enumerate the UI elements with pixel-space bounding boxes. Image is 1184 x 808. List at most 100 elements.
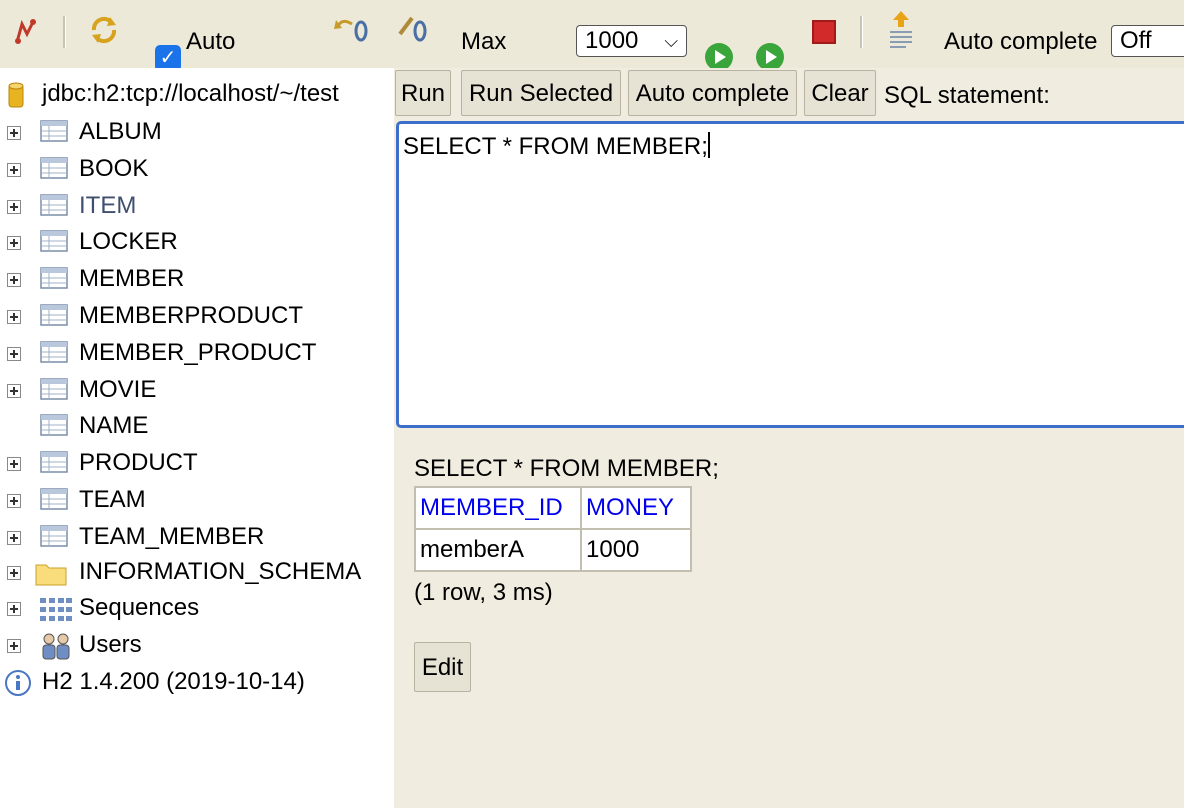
table-icon <box>40 341 68 365</box>
result-table: MEMBER_ID MONEY memberA 1000 <box>414 486 692 572</box>
expand-icon[interactable] <box>7 602 21 616</box>
table-cell: 1000 <box>580 528 692 572</box>
tree-item-table[interactable]: ITEM <box>0 190 394 226</box>
run-selected-icon[interactable] <box>755 42 785 68</box>
tree-item-label: NAME <box>79 412 149 440</box>
tree-item-table[interactable]: MEMBERPRODUCT <box>0 300 394 336</box>
tree-item-label: LOCKER <box>79 228 178 256</box>
database-icon <box>8 82 24 117</box>
tree-item-label: ALBUM <box>79 118 162 145</box>
table-cell: memberA <box>414 528 582 572</box>
sql-editor[interactable]: SELECT * FROM MEMBER; <box>396 121 1184 428</box>
expand-icon[interactable] <box>7 273 21 288</box>
expand-icon[interactable] <box>7 162 21 177</box>
toolbar-separator <box>63 16 66 48</box>
expand-icon[interactable] <box>7 639 21 653</box>
table-icon <box>40 267 68 291</box>
tree-item-label: ITEM <box>79 191 137 219</box>
tree-item-label: MEMBER <box>79 265 185 293</box>
auto-complete-value: Off <box>1120 27 1152 54</box>
toolbar-separator <box>860 16 863 48</box>
expand-icon[interactable] <box>7 236 21 251</box>
version-label: H2 1.4.200 (2019-10-14) <box>42 668 305 695</box>
sql-statement-label: SQL statement: <box>884 82 1050 109</box>
column-header[interactable]: MONEY <box>580 486 692 530</box>
column-header[interactable]: MEMBER_ID <box>414 486 582 530</box>
tree-item-label: TEAM <box>79 486 146 513</box>
tree-item-table[interactable]: TEAM_MEMBER <box>0 521 394 557</box>
folder-icon <box>35 560 67 586</box>
history-icon[interactable] <box>887 10 915 57</box>
expand-icon[interactable] <box>7 126 21 140</box>
table-icon <box>40 525 68 549</box>
tree-item-table[interactable]: MEMBER <box>0 263 394 299</box>
tree-item-table[interactable]: PRODUCT <box>0 447 394 483</box>
query-panel: Run Run Selected Auto complete Clear SQL… <box>394 68 1184 808</box>
tree-item-label: PRODUCT <box>79 449 198 477</box>
rollback-icon[interactable] <box>334 14 370 51</box>
expand-icon[interactable] <box>7 383 21 398</box>
table-icon <box>40 377 68 402</box>
result-summary: (1 row, 3 ms) <box>414 579 553 606</box>
tree-item-information-schema[interactable]: INFORMATION_SCHEMA <box>0 556 394 592</box>
auto-commit-checkbox[interactable]: ✓ <box>155 45 181 68</box>
connection-label: jdbc:h2:tcp://localhost/~/test <box>42 80 339 107</box>
stop-icon[interactable] <box>812 20 836 51</box>
tree-connection[interactable]: jdbc:h2:tcp://localhost/~/test <box>0 78 394 114</box>
tree-item-table[interactable]: TEAM <box>0 484 394 520</box>
tree-item-sequences[interactable]: Sequences <box>0 592 394 628</box>
text-caret <box>707 132 710 158</box>
expand-icon[interactable] <box>7 494 21 508</box>
edit-button[interactable]: Edit <box>414 642 471 692</box>
commit-icon[interactable] <box>398 14 434 51</box>
tree-item-table[interactable]: NAME <box>0 410 394 446</box>
tree-item-label: MEMBER_PRODUCT <box>79 338 317 366</box>
info-icon <box>4 669 32 704</box>
run-button[interactable]: Run <box>395 70 451 116</box>
tree-item-table[interactable]: MEMBER_PRODUCT <box>0 337 394 373</box>
table-icon <box>40 193 68 218</box>
refresh-icon[interactable] <box>88 14 120 53</box>
tree-item-label: Sequences <box>79 594 200 621</box>
tree-version: H2 1.4.200 (2019-10-14) <box>0 666 394 702</box>
run-selected-button[interactable]: Run Selected <box>461 70 621 116</box>
expand-icon[interactable] <box>7 566 21 580</box>
tree-item-label: Users <box>79 631 142 658</box>
max-rows-select[interactable]: 1000 ⌵ <box>576 25 687 57</box>
table-row: memberA 1000 <box>414 528 692 572</box>
tree-item-table[interactable]: LOCKER <box>0 226 394 262</box>
tree-item-label: MOVIE <box>79 375 157 403</box>
schema-tree: jdbc:h2:tcp://localhost/~/test ALBUM BOOK… <box>0 68 394 808</box>
table-icon <box>40 488 68 512</box>
auto-complete-select[interactable]: Off <box>1111 25 1184 57</box>
table-icon <box>40 414 68 438</box>
expand-icon[interactable] <box>7 346 21 361</box>
max-rows-value: 1000 <box>585 27 639 54</box>
table-icon <box>40 230 68 254</box>
sequences-icon <box>40 598 72 622</box>
result-query: SELECT * FROM MEMBER; <box>414 455 719 482</box>
chevron-down-icon: ⌵ <box>664 31 678 51</box>
tree-item-label: BOOK <box>79 154 149 182</box>
expand-icon[interactable] <box>7 530 21 545</box>
tree-item-table[interactable]: BOOK <box>0 153 394 189</box>
tree-item-label: TEAM_MEMBER <box>79 522 265 550</box>
tree-item-table[interactable]: MOVIE <box>0 374 394 410</box>
max-rows-label: Max <box>461 28 507 55</box>
auto-complete-button[interactable]: Auto complete <box>628 70 797 116</box>
expand-icon[interactable] <box>7 457 21 472</box>
expand-icon[interactable] <box>7 310 21 324</box>
clear-button[interactable]: Clear <box>804 70 876 116</box>
users-icon <box>40 631 70 660</box>
disconnect-icon[interactable] <box>12 16 42 53</box>
tree-item-users[interactable]: Users <box>0 629 394 665</box>
tree-item-label: MEMBERPRODUCT <box>79 302 304 329</box>
sql-text: SELECT * FROM MEMBER; <box>403 133 708 160</box>
auto-commit-label: Auto <box>186 28 236 55</box>
run-icon[interactable] <box>704 42 734 68</box>
tree-item-table[interactable]: ALBUM <box>0 116 394 152</box>
toolbar: ✓ Auto Max 1000 ⌵ Auto complete Off <box>0 0 1184 68</box>
tree-item-label: INFORMATION_SCHEMA <box>79 558 362 585</box>
table-icon <box>40 157 68 181</box>
expand-icon[interactable] <box>7 199 21 214</box>
